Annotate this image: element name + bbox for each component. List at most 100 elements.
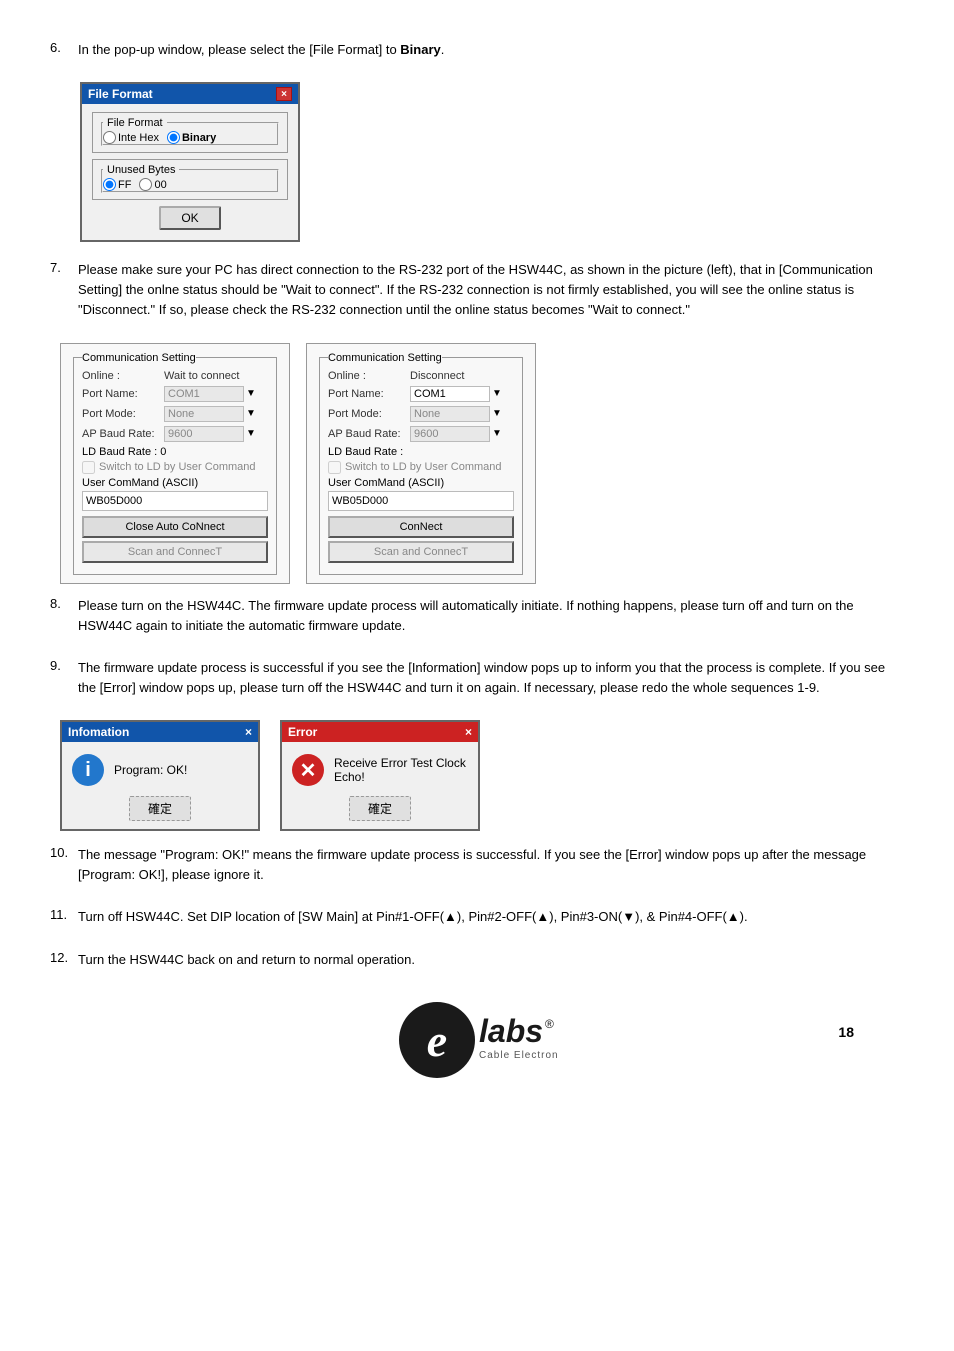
step-9-text: The firmware update process is successfu…	[78, 658, 904, 698]
elabs-logo: e labs ® Cable Electronics	[397, 1000, 557, 1080]
step-6-text: In the pop-up window, please select the …	[78, 40, 904, 60]
comm-right-online-label: Online :	[328, 370, 410, 382]
info-dialog-titlebar: Infomation ×	[62, 722, 258, 742]
error-dialog: Error × ✕ Receive Error Test Clock Echo!…	[280, 720, 480, 831]
comm-right-apbaud-value: 9600	[410, 426, 490, 442]
comm-right-online-row: Online : Disconnect	[328, 370, 514, 382]
file-format-group: File Format Inte Hex Binary	[92, 112, 288, 153]
comm-right-portname-label: Port Name:	[328, 388, 410, 400]
comm-left-online-label: Online :	[82, 370, 164, 382]
info-body: i Program: OK! 確定	[62, 742, 258, 829]
comm-right-btn1[interactable]: ConNect	[328, 516, 514, 538]
oo-option[interactable]: 00	[139, 178, 166, 191]
file-format-titlebar: File Format ×	[82, 84, 298, 104]
step-11-number: 11.	[50, 907, 78, 922]
step-10-number: 10.	[50, 845, 78, 860]
svg-text:®: ®	[545, 1017, 554, 1031]
comm-left-btn2[interactable]: Scan and ConnecT	[82, 541, 268, 563]
comm-right-apbaud-label: AP Baud Rate:	[328, 428, 410, 440]
file-format-section: File Format × File Format Inte Hex Binar…	[50, 82, 904, 242]
step-6-number: 6.	[50, 40, 78, 55]
comm-left-portname-label: Port Name:	[82, 388, 164, 400]
info-title: Infomation	[68, 725, 129, 739]
ff-option[interactable]: FF	[103, 178, 131, 191]
error-close[interactable]: ×	[465, 725, 472, 739]
svg-text:Cable Electronics: Cable Electronics	[479, 1050, 557, 1061]
comm-panel-right: Communication Setting Online : Disconnec…	[306, 343, 536, 584]
comm-right-portmode-label: Port Mode:	[328, 408, 410, 420]
step-7-number: 7.	[50, 260, 78, 275]
comm-right-portmode-value: None	[410, 406, 490, 422]
comm-section: Communication Setting Online : Wait to c…	[50, 343, 904, 584]
error-message: Receive Error Test Clock Echo!	[334, 756, 468, 784]
comm-left-portmode-value: None	[164, 406, 244, 422]
comm-left-btn1[interactable]: Close Auto CoNnect	[82, 516, 268, 538]
comm-right-btn2[interactable]: Scan and ConnecT	[328, 541, 514, 563]
error-inner: ✕ Receive Error Test Clock Echo!	[292, 754, 468, 786]
comm-right-ascii-label: User ComMand (ASCII)	[328, 477, 514, 489]
comm-left-online-value: Wait to connect	[164, 370, 239, 382]
info-close[interactable]: ×	[245, 725, 252, 739]
step-9: 9. The firmware update process is succes…	[50, 658, 904, 698]
error-title: Error	[288, 725, 317, 739]
comm-left-portmode-label: Port Mode:	[82, 408, 164, 420]
file-format-title: File Format	[88, 87, 153, 101]
inte-hex-option[interactable]: Inte Hex	[103, 131, 159, 144]
info-message: Program: OK!	[114, 763, 187, 777]
comm-left-ascii-label: User ComMand (ASCII)	[82, 477, 268, 489]
step-10-text: The message "Program: OK!" means the fir…	[78, 845, 904, 885]
step-12: 12. Turn the HSW44C back on and return t…	[50, 950, 904, 970]
svg-text:labs: labs	[479, 1013, 543, 1049]
comm-right-portname-row: Port Name: COM1 ▼	[328, 386, 514, 402]
comm-left-apbaud-row: AP Baud Rate: 9600 ▼	[82, 426, 268, 442]
comm-right-portname-value: COM1	[410, 386, 490, 402]
comm-left-portname-value: COM1	[164, 386, 244, 402]
unused-bytes-legend: Unused Bytes	[103, 164, 179, 176]
comm-right-ascii-input[interactable]	[328, 491, 514, 511]
comm-right-online-value: Disconnect	[410, 370, 464, 382]
comm-right-legend: Communication Setting	[328, 352, 442, 364]
file-format-options: Inte Hex Binary	[103, 131, 277, 144]
info-confirm-button[interactable]: 確定	[129, 796, 191, 821]
file-format-legend: File Format	[103, 117, 167, 129]
unused-bytes-group: Unused Bytes FF 00	[92, 159, 288, 200]
comm-right-switch-label: Switch to LD by User Command	[345, 461, 502, 473]
comm-left-switch-row: Switch to LD by User Command	[82, 461, 268, 474]
error-dialog-titlebar: Error ×	[282, 722, 478, 742]
binary-option[interactable]: Binary	[167, 131, 216, 144]
comm-left-apbaud-value: 9600	[164, 426, 244, 442]
comm-right-switch-row: Switch to LD by User Command	[328, 461, 514, 474]
logo-section: e labs ® Cable Electronics	[50, 1000, 904, 1080]
dialogs-section: Infomation × i Program: OK! 確定 Error × ✕…	[60, 720, 904, 831]
comm-left-ldbaud: LD Baud Rate : 0	[82, 446, 268, 458]
step-10: 10. The message "Program: OK!" means the…	[50, 845, 904, 885]
error-body: ✕ Receive Error Test Clock Echo! 確定	[282, 742, 478, 829]
comm-panel-left: Communication Setting Online : Wait to c…	[60, 343, 290, 584]
file-format-ok-button[interactable]: OK	[159, 206, 220, 230]
comm-left-portmode-row: Port Mode: None ▼	[82, 406, 268, 422]
comm-right-ldbaud: LD Baud Rate :	[328, 446, 514, 458]
step-8: 8. Please turn on the HSW44C. The firmwa…	[50, 596, 904, 636]
error-icon: ✕	[292, 754, 324, 786]
comm-left-ascii-input[interactable]	[82, 491, 268, 511]
svg-text:e: e	[427, 1015, 447, 1066]
comm-right-portmode-row: Port Mode: None ▼	[328, 406, 514, 422]
info-inner: i Program: OK!	[72, 754, 248, 786]
comm-left-legend: Communication Setting	[82, 352, 196, 364]
step-12-number: 12.	[50, 950, 78, 965]
page-number: 18	[838, 1024, 854, 1040]
step-12-text: Turn the HSW44C back on and return to no…	[78, 950, 904, 970]
comm-left-switch-label: Switch to LD by User Command	[99, 461, 256, 473]
error-confirm-button[interactable]: 確定	[349, 796, 411, 821]
step-11: 11. Turn off HSW44C. Set DIP location of…	[50, 907, 904, 927]
step-7-text: Please make sure your PC has direct conn…	[78, 260, 904, 320]
file-format-close[interactable]: ×	[276, 87, 292, 101]
info-dialog: Infomation × i Program: OK! 確定	[60, 720, 260, 831]
step-9-number: 9.	[50, 658, 78, 673]
comm-left-portname-row: Port Name: COM1 ▼	[82, 386, 268, 402]
unused-bytes-options: FF 00	[103, 178, 277, 191]
step-8-number: 8.	[50, 596, 78, 611]
info-icon: i	[72, 754, 104, 786]
comm-left-apbaud-label: AP Baud Rate:	[82, 428, 164, 440]
step-8-text: Please turn on the HSW44C. The firmware …	[78, 596, 904, 636]
